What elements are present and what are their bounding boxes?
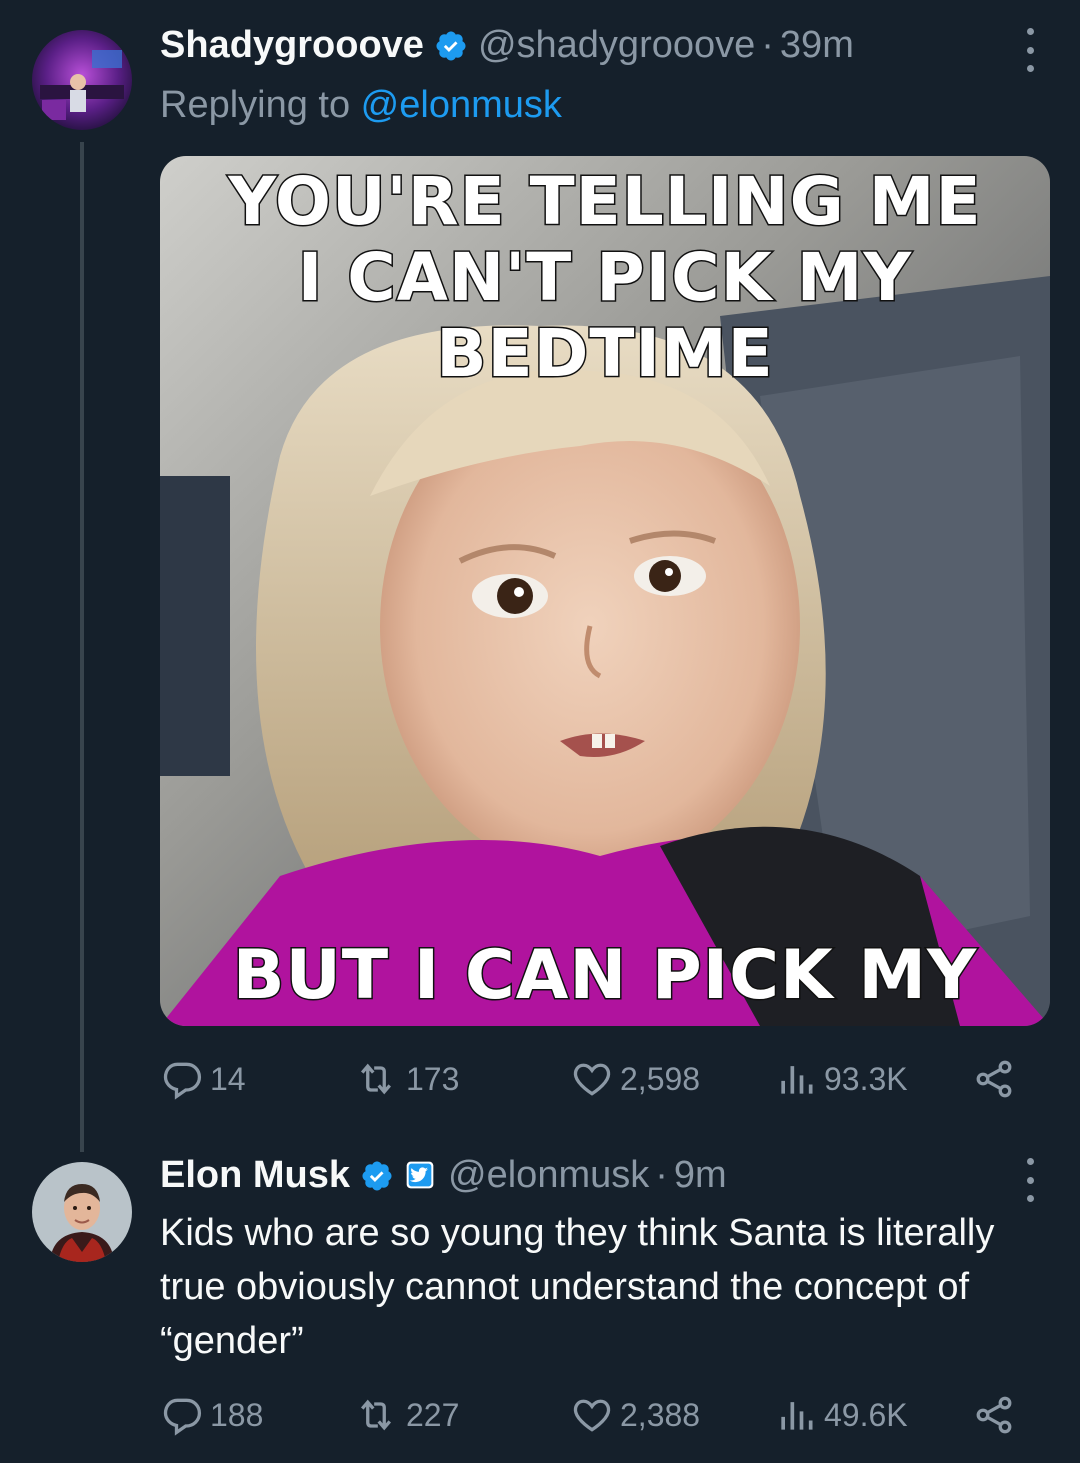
avatar-image — [32, 30, 132, 130]
meme-top-line2: I CAN'T PICK MY BEDTIME — [296, 238, 913, 393]
display-name[interactable]: Elon Musk — [160, 1154, 350, 1197]
views-icon — [781, 1402, 813, 1430]
avatar-image — [32, 1162, 132, 1262]
more-icon[interactable] — [1020, 28, 1040, 72]
retweet-button[interactable]: 227 — [352, 1393, 459, 1437]
like-button[interactable]: 2,598 — [570, 1057, 700, 1101]
views-count: 49.6K — [824, 1396, 908, 1433]
share-icon — [976, 1396, 1012, 1434]
more-icon[interactable] — [1020, 1158, 1040, 1202]
like-count: 2,598 — [620, 1060, 701, 1097]
retweet-icon — [360, 1063, 392, 1095]
avatar[interactable] — [32, 30, 132, 130]
share-button[interactable] — [972, 1393, 1016, 1437]
verified-badge-icon — [360, 1159, 394, 1193]
timestamp[interactable]: 39m — [780, 24, 854, 67]
reply-icon — [163, 1062, 202, 1100]
affiliate-badge-icon[interactable] — [404, 1159, 438, 1193]
reply-count: 14 — [210, 1060, 246, 1097]
share-button[interactable] — [972, 1057, 1016, 1101]
meme-bottom-text: BUT I CAN PICK MY GENDER? — [231, 935, 978, 1027]
tweet-actions: 188 227 2,388 49.6K — [160, 1390, 1030, 1440]
replying-prefix: Replying to — [160, 84, 361, 126]
meme-top-text: YOU'RE TELLING ME I CAN'T PICK MY BEDTIM… — [160, 162, 1050, 393]
handle[interactable]: @shadygrooove — [478, 24, 755, 67]
separator-dot: · — [655, 1154, 668, 1196]
retweet-button[interactable]: 173 — [352, 1057, 459, 1101]
meme-top-line1: YOU'RE TELLING ME — [227, 162, 982, 241]
separator-dot: · — [761, 24, 774, 66]
tweet-shadygrooove[interactable]: Shadygrooove @shadygrooove · 39m Replyin… — [0, 0, 1080, 1140]
retweet-icon — [360, 1399, 392, 1431]
reply-button[interactable]: 188 — [160, 1393, 263, 1437]
avatar[interactable] — [32, 1162, 132, 1262]
views-button[interactable]: 49.6K — [774, 1393, 908, 1437]
mention-link[interactable]: @elonmusk — [361, 84, 562, 126]
timestamp[interactable]: 9m — [674, 1154, 727, 1197]
tweet-elonmusk[interactable]: Elon Musk @elonmusk · 9m Kids who are so… — [0, 1140, 1080, 1463]
handle[interactable]: @elonmusk — [448, 1154, 649, 1197]
like-icon — [573, 1399, 611, 1432]
views-button[interactable]: 93.3K — [774, 1057, 908, 1101]
like-count: 2,388 — [620, 1396, 701, 1433]
display-name[interactable]: Shadygrooove — [160, 24, 424, 67]
retweet-count: 173 — [406, 1060, 460, 1097]
reply-icon — [163, 1398, 202, 1436]
tweet-header: Shadygrooove @shadygrooove · 39m — [160, 24, 854, 67]
views-icon — [781, 1066, 813, 1094]
reply-button[interactable]: 14 — [160, 1057, 246, 1101]
tweet-text: Kids who are so young they think Santa i… — [160, 1212, 995, 1362]
meme-image[interactable]: YOU'RE TELLING ME I CAN'T PICK MY BEDTIM… — [160, 156, 1050, 1026]
like-icon — [573, 1063, 611, 1096]
like-button[interactable]: 2,388 — [570, 1393, 700, 1437]
tweet-actions: 14 173 2,598 93.3K — [160, 1054, 1030, 1104]
replying-to: Replying to @elonmusk — [160, 84, 562, 127]
tweet-header: Elon Musk @elonmusk · 9m — [160, 1154, 727, 1197]
views-count: 93.3K — [824, 1060, 908, 1097]
share-icon — [976, 1060, 1012, 1098]
reply-count: 188 — [210, 1396, 264, 1433]
retweet-count: 227 — [406, 1396, 460, 1433]
verified-badge-icon — [434, 29, 468, 63]
